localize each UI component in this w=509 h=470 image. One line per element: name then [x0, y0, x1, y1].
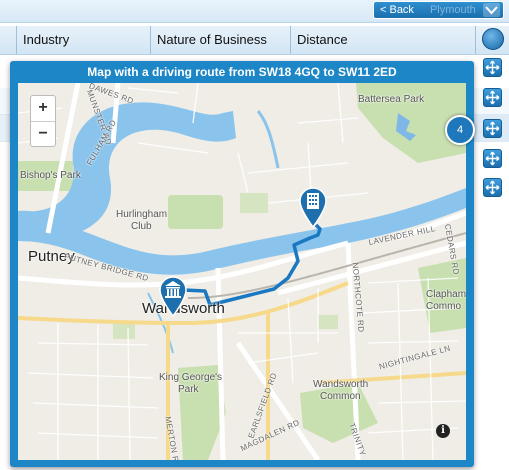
origin-marker-icon[interactable] [158, 275, 188, 317]
column-header-nature-of-business[interactable]: Nature of Business [150, 26, 290, 54]
place-label-king-georges: King George's [159, 372, 223, 383]
place-label-wandsworth-common: Wandsworth [313, 379, 369, 390]
move-icon[interactable] [483, 88, 502, 107]
move-icon[interactable] [483, 178, 502, 197]
map-canvas[interactable] [18, 83, 466, 460]
location-label: Plymouth [429, 4, 476, 16]
route-map[interactable]: + − Putney Wandsworth Battersea Park Bis… [18, 83, 466, 460]
top-toolbar: < Back Plymouth [0, 0, 509, 23]
results-table-header: Industry Nature of Business Distance [0, 26, 509, 55]
place-label-battersea-park: Battersea Park [358, 94, 425, 105]
column-header-distance[interactable]: Distance [290, 26, 476, 54]
map-modal: Map with a driving route from SW18 4GQ t… [10, 61, 474, 467]
place-label-clapham: Clapham [426, 289, 466, 300]
back-button-label: < Back [380, 4, 414, 16]
zoom-out-button[interactable]: − [31, 122, 55, 147]
place-label-clapham-common: Commo [426, 301, 462, 312]
zoom-control: + − [30, 95, 56, 147]
chevron-down-icon[interactable] [483, 3, 500, 17]
zoom-in-button[interactable]: + [31, 96, 55, 122]
modal-title: Map with a driving route from SW18 4GQ t… [87, 65, 397, 79]
place-label-common: Common [320, 391, 361, 402]
back-button[interactable]: < Back Plymouth [373, 1, 504, 19]
move-icon[interactable] [483, 149, 502, 168]
row-count-badge[interactable]: 4 [445, 115, 475, 145]
place-label-park: Park [178, 384, 199, 395]
place-label-hurlingham: Hurlingham [116, 209, 168, 220]
move-icon[interactable] [483, 119, 502, 138]
globe-icon[interactable] [482, 28, 504, 50]
info-icon[interactable]: i [436, 424, 450, 438]
place-label-bishops-park: Bishop's Park [20, 170, 81, 181]
destination-marker-icon[interactable] [298, 186, 328, 228]
column-header-industry[interactable]: Industry [16, 26, 150, 54]
place-label-club: Club [131, 221, 152, 232]
move-icon[interactable] [483, 58, 502, 77]
